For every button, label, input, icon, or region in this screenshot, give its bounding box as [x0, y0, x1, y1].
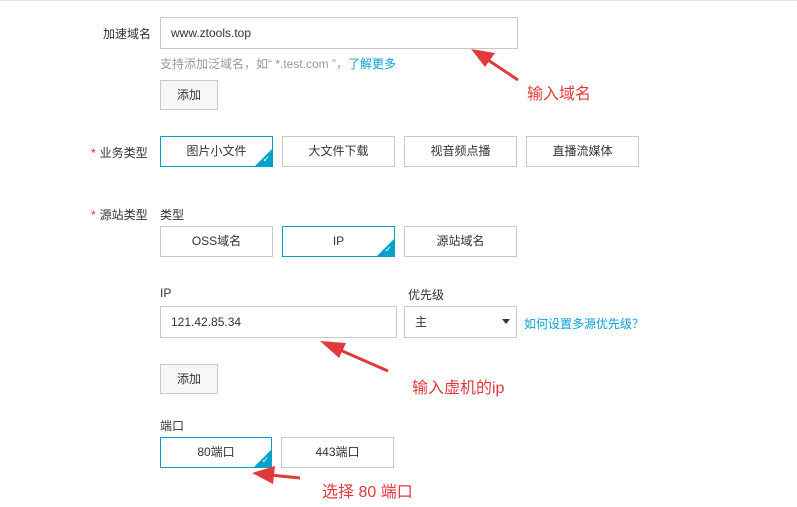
arrow-to-ip-input [320, 341, 389, 373]
arrow-to-port-80 [252, 466, 301, 484]
annotation-enter-vm-ip: 输入虚机的ip [412, 380, 505, 397]
annotation-arrows [252, 49, 519, 484]
annotation-enter-domain: 输入域名 [527, 86, 592, 103]
arrow-to-domain-input [471, 49, 519, 82]
annotation-select-port-80: 选择 80 端口 [322, 484, 413, 501]
